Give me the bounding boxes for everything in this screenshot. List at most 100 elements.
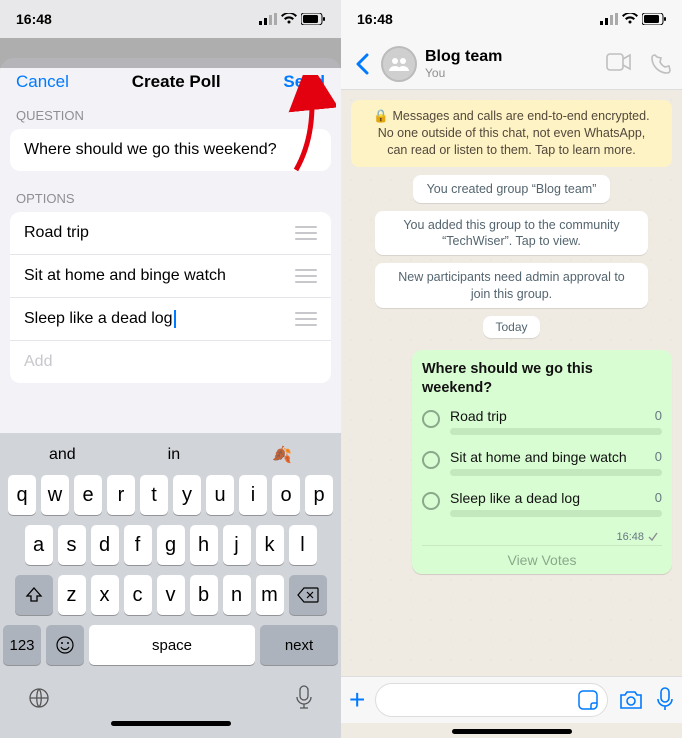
poll-option-count: 0 [655, 408, 662, 423]
key[interactable]: j [223, 525, 251, 565]
key[interactable]: d [91, 525, 119, 565]
attach-button[interactable]: + [349, 684, 365, 716]
key[interactable]: l [289, 525, 317, 565]
globe-icon[interactable] [27, 686, 51, 710]
poll-radio-icon[interactable] [422, 451, 440, 469]
key[interactable]: n [223, 575, 251, 615]
chat-header: Blog team You [341, 38, 682, 90]
chat-body[interactable]: 🔒 Messages and calls are end-to-end encr… [341, 90, 682, 676]
key[interactable]: f [124, 525, 152, 565]
input-actions [618, 687, 674, 713]
status-time: 16:48 [16, 11, 52, 27]
camera-icon[interactable] [618, 689, 644, 711]
prediction[interactable]: and [49, 446, 76, 464]
key[interactable]: y [173, 475, 201, 515]
poll-option[interactable]: Sit at home and binge watch 0 [422, 449, 662, 486]
phone-chat-view: 16:48 Blog team You 🔒 Messages and calls… [341, 0, 682, 738]
drag-handle-icon[interactable] [295, 269, 317, 283]
emoji-icon [55, 635, 75, 655]
option-row[interactable]: Sleep like a dead log [10, 298, 331, 341]
space-key[interactable]: space [89, 625, 255, 665]
message-input[interactable] [375, 683, 608, 717]
key[interactable]: g [157, 525, 185, 565]
group-avatar[interactable] [381, 46, 417, 82]
chevron-left-icon [355, 53, 369, 75]
system-message: You created group “Blog team” [413, 175, 611, 203]
key[interactable]: i [239, 475, 267, 515]
poll-progress-bar [450, 469, 662, 476]
option-text: Sit at home and binge watch [24, 267, 295, 285]
poll-option[interactable]: Road trip 0 [422, 408, 662, 445]
key-row-2: a s d f g h j k l [3, 525, 338, 565]
group-icon [388, 56, 410, 72]
backspace-icon [297, 587, 319, 603]
modal-backdrop [0, 38, 341, 68]
drag-handle-icon[interactable] [295, 312, 317, 326]
shift-icon [25, 586, 43, 604]
key[interactable]: k [256, 525, 284, 565]
key[interactable]: x [91, 575, 119, 615]
phone-call-icon[interactable] [650, 53, 672, 75]
poll-option[interactable]: Sleep like a dead log 0 [422, 490, 662, 527]
option-add-row[interactable]: Add [10, 341, 331, 383]
key[interactable]: v [157, 575, 185, 615]
poll-radio-icon[interactable] [422, 492, 440, 510]
key[interactable]: h [190, 525, 218, 565]
key[interactable]: e [74, 475, 102, 515]
question-section-label: QUESTION [0, 102, 341, 129]
cancel-button[interactable]: Cancel [16, 72, 69, 92]
status-icons [600, 13, 666, 25]
numeric-key[interactable]: 123 [3, 625, 41, 665]
key[interactable]: a [25, 525, 53, 565]
question-input[interactable]: Where should we go this weekend? [10, 129, 331, 171]
sticker-icon[interactable] [577, 689, 599, 711]
home-indicator [452, 729, 572, 734]
key-row-1: q w e r t y u i o p [3, 475, 338, 515]
wifi-icon [622, 13, 638, 25]
back-button[interactable] [351, 53, 373, 75]
system-message[interactable]: You added this group to the community “T… [375, 211, 648, 256]
prediction[interactable]: in [168, 446, 180, 464]
key[interactable]: z [58, 575, 86, 615]
message-meta: 16:48 [422, 531, 662, 543]
poll-radio-icon[interactable] [422, 410, 440, 428]
backspace-key[interactable] [289, 575, 327, 615]
chat-name: Blog team [425, 48, 598, 66]
key[interactable]: c [124, 575, 152, 615]
poll-progress-bar [450, 428, 662, 435]
key[interactable]: r [107, 475, 135, 515]
status-time: 16:48 [357, 11, 393, 27]
view-votes-button[interactable]: View Votes [422, 545, 662, 568]
add-placeholder: Add [24, 353, 317, 371]
next-key[interactable]: next [260, 625, 338, 665]
drag-handle-icon[interactable] [295, 226, 317, 240]
key[interactable]: t [140, 475, 168, 515]
option-row[interactable]: Road trip [10, 212, 331, 255]
shift-key[interactable] [15, 575, 53, 615]
key[interactable]: p [305, 475, 333, 515]
option-row[interactable]: Sit at home and binge watch [10, 255, 331, 298]
key[interactable]: m [256, 575, 284, 615]
key[interactable]: o [272, 475, 300, 515]
key[interactable]: q [8, 475, 36, 515]
chat-title-block[interactable]: Blog team You [425, 48, 598, 80]
prediction-emoji[interactable]: 🍂 [272, 445, 292, 465]
poll-message[interactable]: Where should we go this weekend? Road tr… [412, 350, 672, 574]
encryption-banner[interactable]: 🔒 Messages and calls are end-to-end encr… [351, 100, 672, 167]
poll-option-count: 0 [655, 449, 662, 464]
options-section-label: OPTIONS [0, 185, 341, 212]
prediction-bar: and in 🍂 [3, 439, 338, 475]
video-call-icon[interactable] [606, 53, 632, 71]
mic-icon[interactable] [294, 685, 314, 711]
poll-option-count: 0 [655, 490, 662, 505]
option-text: Road trip [24, 224, 295, 242]
key[interactable]: s [58, 525, 86, 565]
key[interactable]: u [206, 475, 234, 515]
mic-icon[interactable] [656, 687, 674, 713]
options-list: Road trip Sit at home and binge watch Sl… [10, 212, 331, 383]
send-button[interactable]: Send [283, 72, 325, 92]
home-indicator [111, 721, 231, 726]
key[interactable]: b [190, 575, 218, 615]
key[interactable]: w [41, 475, 69, 515]
emoji-key[interactable] [46, 625, 84, 665]
